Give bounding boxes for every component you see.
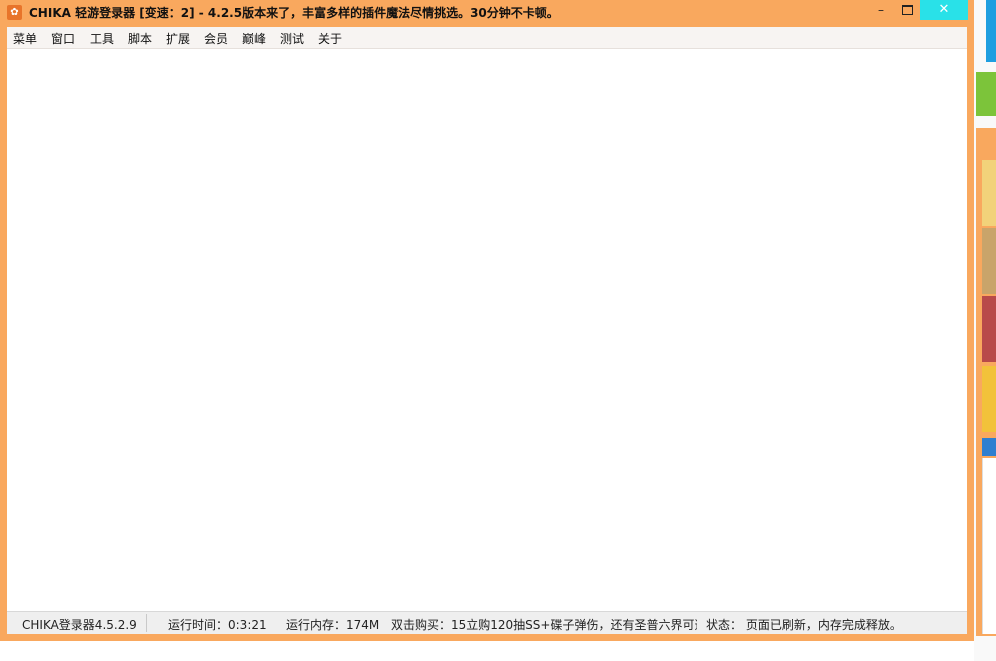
menu-item-test[interactable]: 测试 xyxy=(280,30,304,47)
maximize-icon xyxy=(901,5,913,15)
minimize-button[interactable]: – xyxy=(868,0,894,20)
menu-item-tools[interactable]: 工具 xyxy=(90,30,114,47)
status-bar: CHIKA登录器4.5.2.9 运行时间：0:3:21 运行内存：174M 双击… xyxy=(7,611,967,634)
window-title: CHIKA 轻游登录器 [变速：2] - 4.2.5版本来了，丰富多样的插件魔法… xyxy=(29,6,559,20)
title-bar[interactable]: ✿ CHIKA 轻游登录器 [变速：2] - 4.2.5版本来了，丰富多样的插件… xyxy=(0,0,974,25)
background-panel-blue xyxy=(986,0,996,62)
menu-item-membership[interactable]: 会员 xyxy=(204,30,228,47)
status-run-time: 运行时间：0:3:21 xyxy=(168,618,267,632)
status-promo-link[interactable]: 双击购买：15立购120抽SS+碟子弹伤，还有圣普六界可选 xyxy=(391,616,697,633)
menu-item-about[interactable]: 关于 xyxy=(318,30,342,47)
menu-item-peak[interactable]: 巅峰 xyxy=(242,30,266,47)
background-label xyxy=(982,438,996,456)
background-thumbnail xyxy=(982,160,996,226)
main-content-area[interactable] xyxy=(7,49,967,611)
background-panel xyxy=(982,458,996,634)
app-window: ✿ CHIKA 轻游登录器 [变速：2] - 4.2.5版本来了，丰富多样的插件… xyxy=(0,0,974,641)
menu-item-extensions[interactable]: 扩展 xyxy=(166,30,190,47)
background-window xyxy=(974,0,996,661)
status-version: CHIKA登录器4.5.2.9 xyxy=(22,618,137,632)
background-panel-green xyxy=(976,72,996,116)
status-memory: 运行内存：174M xyxy=(286,618,380,632)
menu-item-window[interactable]: 窗口 xyxy=(51,30,75,47)
background-thumbnail xyxy=(982,296,996,362)
background-thumbnail xyxy=(982,366,996,432)
status-state: 状态： 页面已刷新，内存完成释放。 xyxy=(706,618,902,632)
menu-item-menu[interactable]: 菜单 xyxy=(13,30,37,47)
menu-item-script[interactable]: 脚本 xyxy=(128,30,152,47)
app-logo-icon[interactable]: ✿ xyxy=(7,5,22,20)
status-divider xyxy=(146,614,147,632)
menu-bar: 菜单 窗口 工具 脚本 扩展 会员 巅峰 测试 关于 xyxy=(7,27,967,49)
background-thumbnail xyxy=(982,228,996,294)
close-button[interactable]: ✕ xyxy=(920,0,968,20)
maximize-button[interactable] xyxy=(894,0,920,20)
